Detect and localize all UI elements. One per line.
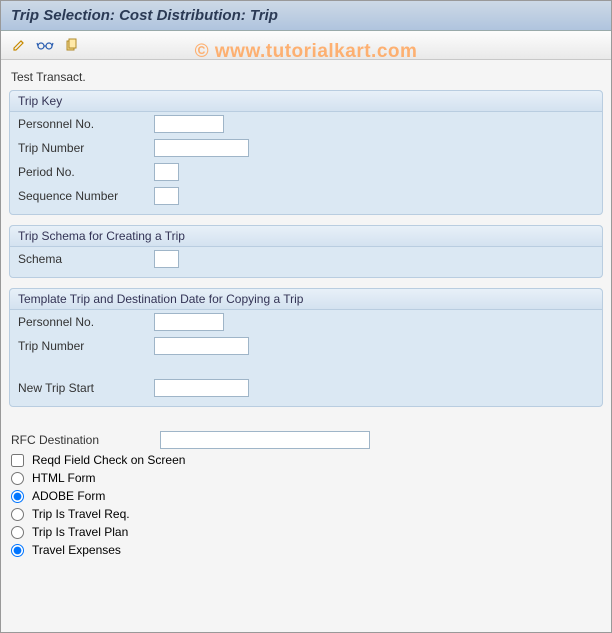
spacer-row [10, 358, 602, 376]
pencil-icon [12, 38, 26, 52]
row-template-personnel-no: Personnel No. [10, 310, 602, 334]
copy-icon [64, 38, 78, 52]
row-personnel-no: Personnel No. [10, 112, 602, 136]
label-template-personnel-no: Personnel No. [18, 315, 148, 329]
radio-trip-travel-req[interactable] [11, 508, 24, 521]
input-rfc-destination[interactable] [160, 431, 370, 449]
label-schema: Schema [18, 252, 148, 266]
row-trip-number: Trip Number [10, 136, 602, 160]
group-template-trip: Template Trip and Destination Date for C… [9, 288, 603, 407]
label-reqd-field-check: Reqd Field Check on Screen [32, 453, 185, 467]
label-trip-number: Trip Number [18, 141, 148, 155]
page-title: Trip Selection: Cost Distribution: Trip [1, 1, 611, 31]
label-trip-travel-req: Trip Is Travel Req. [32, 507, 130, 521]
group-trip-key: Trip Key Personnel No. Trip Number Perio… [9, 90, 603, 215]
label-travel-expenses: Travel Expenses [32, 543, 121, 557]
input-new-trip-start[interactable] [154, 379, 249, 397]
row-travel-expenses: Travel Expenses [9, 541, 603, 559]
group-title-template-trip: Template Trip and Destination Date for C… [10, 289, 602, 310]
radio-travel-expenses[interactable] [11, 544, 24, 557]
input-schema[interactable] [154, 250, 179, 268]
row-adobe-form: ADOBE Form [9, 487, 603, 505]
row-reqd-field-check: Reqd Field Check on Screen [9, 451, 603, 469]
group-trip-schema: Trip Schema for Creating a Trip Schema [9, 225, 603, 278]
input-personnel-no[interactable] [154, 115, 224, 133]
row-html-form: HTML Form [9, 469, 603, 487]
label-new-trip-start: New Trip Start [18, 381, 148, 395]
toolbar [1, 31, 611, 60]
group-title-trip-key: Trip Key [10, 91, 602, 112]
row-rfc-destination: RFC Destination [9, 429, 603, 451]
label-html-form: HTML Form [32, 471, 96, 485]
input-sequence-number[interactable] [154, 187, 179, 205]
radio-trip-travel-plan[interactable] [11, 526, 24, 539]
label-trip-travel-plan: Trip Is Travel Plan [32, 525, 128, 539]
label-rfc-destination: RFC Destination [11, 433, 156, 447]
input-template-trip-number[interactable] [154, 337, 249, 355]
label-period-no: Period No. [18, 165, 148, 179]
row-period-no: Period No. [10, 160, 602, 184]
row-sequence-number: Sequence Number [10, 184, 602, 208]
group-title-trip-schema: Trip Schema for Creating a Trip [10, 226, 602, 247]
label-template-trip-number: Trip Number [18, 339, 148, 353]
label-personnel-no: Personnel No. [18, 117, 148, 131]
label-sequence-number: Sequence Number [18, 189, 148, 203]
row-trip-travel-req: Trip Is Travel Req. [9, 505, 603, 523]
content-area: Test Transact. Trip Key Personnel No. Tr… [1, 60, 611, 567]
row-template-trip-number: Trip Number [10, 334, 602, 358]
subheader: Test Transact. [9, 68, 603, 90]
glasses-icon [36, 39, 54, 51]
label-adobe-form: ADOBE Form [32, 489, 105, 503]
radio-html-form[interactable] [11, 472, 24, 485]
copy-button[interactable] [61, 35, 81, 55]
checkbox-reqd-field-check[interactable] [11, 454, 24, 467]
edit-button[interactable] [9, 35, 29, 55]
radio-adobe-form[interactable] [11, 490, 24, 503]
display-button[interactable] [35, 35, 55, 55]
row-trip-travel-plan: Trip Is Travel Plan [9, 523, 603, 541]
input-period-no[interactable] [154, 163, 179, 181]
row-new-trip-start: New Trip Start [10, 376, 602, 400]
row-schema: Schema [10, 247, 602, 271]
input-template-personnel-no[interactable] [154, 313, 224, 331]
input-trip-number[interactable] [154, 139, 249, 157]
